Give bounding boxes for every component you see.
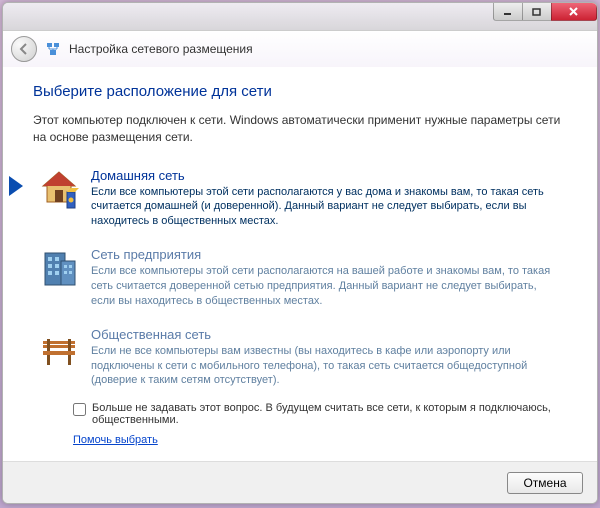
option-home-title: Домашняя сеть	[91, 168, 563, 183]
content-area: Выберите расположение для сети Этот комп…	[3, 67, 597, 461]
option-work-title: Сеть предприятия	[91, 247, 563, 262]
close-button[interactable]	[551, 3, 597, 21]
help-choose-link[interactable]: Помочь выбрать	[73, 434, 158, 446]
option-public-desc: Если не все компьютеры вам известны (вы …	[91, 344, 563, 389]
park-bench-icon	[37, 327, 81, 371]
arrow-left-icon	[17, 42, 31, 56]
house-icon	[37, 168, 81, 212]
option-work-network[interactable]: Сеть предприятия Если все компьютеры это…	[33, 241, 567, 315]
nav-bar: Настройка сетевого размещения	[3, 31, 597, 67]
back-button[interactable]	[11, 36, 37, 62]
dont-ask-checkbox[interactable]	[73, 403, 86, 416]
office-building-icon	[37, 247, 81, 291]
maximize-button[interactable]	[522, 3, 552, 21]
option-work-desc: Если все компьютеры этой сети располагаю…	[91, 264, 563, 309]
option-home-network[interactable]: Домашняя сеть Если все компьютеры этой с…	[33, 162, 567, 236]
dialog-title: Настройка сетевого размещения	[69, 42, 253, 56]
page-heading: Выберите расположение для сети	[33, 83, 567, 100]
intro-text: Этот компьютер подключен к сети. Windows…	[33, 112, 567, 146]
cancel-button[interactable]: Отмена	[507, 472, 583, 494]
option-public-network[interactable]: Общественная сеть Если не все компьютеры…	[33, 321, 567, 395]
dont-ask-label: Больше не задавать этот вопрос. В будуще…	[92, 402, 567, 426]
option-home-desc: Если все компьютеры этой сети располагаю…	[91, 185, 563, 230]
network-icon	[45, 41, 61, 57]
network-location-dialog: Настройка сетевого размещения Выберите р…	[2, 2, 598, 504]
dont-ask-again-row[interactable]: Больше не задавать этот вопрос. В будуще…	[73, 402, 567, 426]
option-public-title: Общественная сеть	[91, 327, 563, 342]
footer: Отмена	[3, 461, 597, 503]
titlebar	[3, 3, 597, 31]
minimize-button[interactable]	[493, 3, 523, 21]
